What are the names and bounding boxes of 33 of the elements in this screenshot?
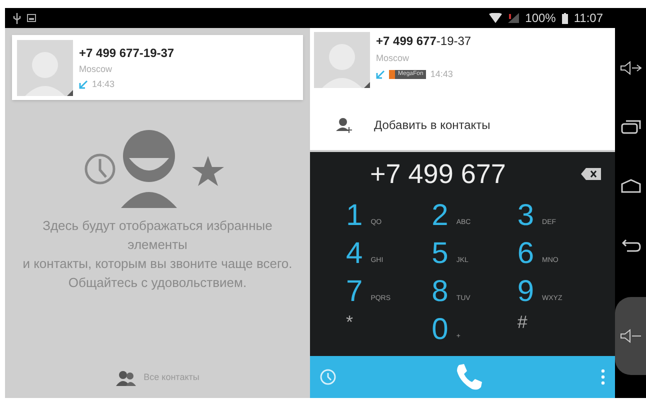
home-icon[interactable] (620, 178, 640, 193)
volume-icon (620, 329, 642, 344)
call-card[interactable]: +7 499 677-19-37 Moscow 14:43 (12, 35, 303, 100)
call-time: 14:43 (92, 78, 115, 90)
incoming-call-icon (376, 70, 385, 79)
clock: 11:07 (574, 10, 603, 27)
avatar-icon (314, 32, 370, 88)
wifi-icon (489, 13, 502, 23)
volume-icon[interactable] (620, 60, 642, 75)
number-input[interactable]: +7 499 677 (370, 154, 581, 194)
battery-icon (562, 12, 568, 24)
dial-key[interactable]: # (505, 310, 591, 346)
phone-number: +7 499 677-19-37 (376, 33, 472, 50)
people-icon (116, 370, 136, 386)
phone-number: +7 499 677-19-37 (79, 45, 174, 62)
battery-percent: 100% (525, 10, 556, 27)
usb-icon (13, 12, 21, 24)
back-icon[interactable] (620, 238, 640, 252)
avatar-icon (17, 40, 73, 96)
backspace-icon[interactable] (581, 168, 601, 180)
empty-message: Общайтесь с удовольствием. (68, 274, 247, 292)
empty-message: и контакты, которым вы звоните чаще всего. (22, 255, 292, 273)
location: Moscow (376, 52, 410, 65)
incoming-call-icon (79, 80, 88, 89)
volume-button[interactable] (615, 297, 646, 376)
location: Moscow (79, 63, 114, 76)
call-time: 14:43 (430, 68, 453, 80)
signal-icon (508, 13, 520, 23)
image-icon (27, 14, 36, 22)
empty-message: Здесь будут отображаться избранные элементы (42, 217, 274, 254)
recent-apps-icon[interactable] (620, 120, 640, 134)
add-person-icon (336, 117, 352, 133)
dial-key[interactable]: * (334, 310, 420, 346)
